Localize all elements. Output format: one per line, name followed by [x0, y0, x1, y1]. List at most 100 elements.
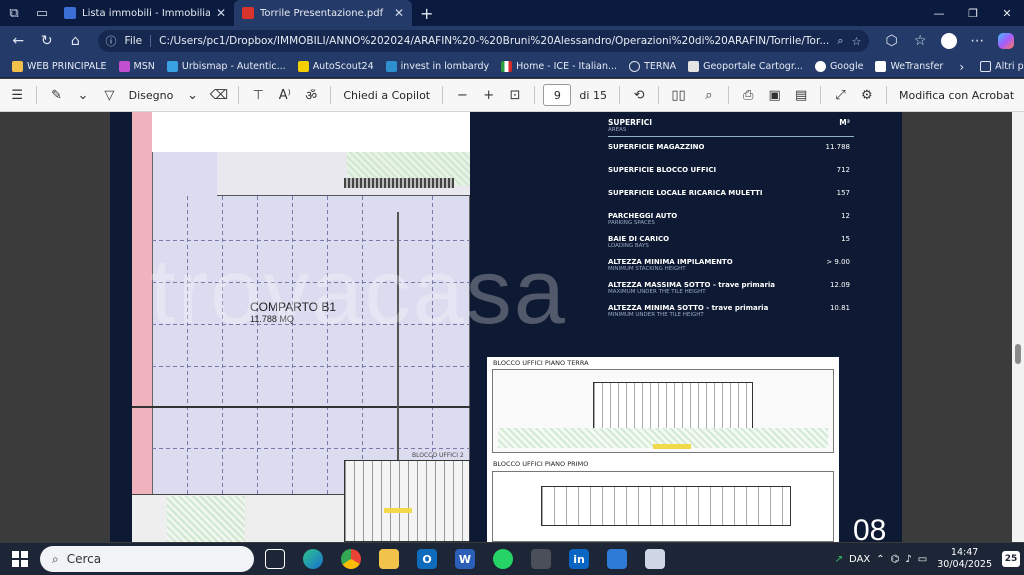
stock-chart-icon[interactable]: ↗ [835, 554, 843, 565]
contents-list-icon[interactable]: ☰ [6, 83, 28, 107]
floor-plan: COMPARTO B1 11.788 MQ BLOCCO UFFICI 2 [132, 112, 470, 542]
file-explorer-icon[interactable] [372, 543, 406, 575]
print-icon[interactable]: ⎙ [737, 83, 759, 107]
refresh-icon[interactable]: ↻ [35, 29, 60, 53]
chevron-down-icon[interactable]: ⌄ [181, 83, 203, 107]
read-aloud-icon[interactable]: A⁾ [274, 83, 296, 107]
info-icon[interactable]: ⓘ [106, 33, 117, 49]
tab-lista-immobili[interactable]: Lista immobili - ImmobiliarePro ✕ [56, 0, 234, 26]
chevron-down-icon[interactable]: ⌄ [72, 83, 94, 107]
page-number-input[interactable]: 9 [543, 84, 572, 106]
profile-avatar[interactable] [936, 29, 961, 53]
zoom-out-icon[interactable]: − [451, 83, 473, 107]
bookmark-item[interactable]: AutoScout24 [292, 61, 380, 72]
bookmark-item[interactable]: WEB PRINCIPALE [6, 61, 113, 72]
chevron-right-icon[interactable]: › [949, 60, 974, 74]
spec-unit: M² [839, 118, 850, 127]
notification-badge[interactable]: 25 [1002, 551, 1020, 567]
tab-actions-icon[interactable]: ▭ [28, 0, 56, 26]
new-tab-button[interactable]: + [412, 4, 441, 23]
draw-button[interactable]: Disegno [125, 89, 178, 102]
word-icon[interactable]: W [448, 543, 482, 575]
geoportale-icon [688, 61, 700, 72]
bookmark-item[interactable]: Urbismap - Autentic... [161, 61, 292, 72]
bookmark-item[interactable]: invest in lombardy [380, 61, 495, 72]
address-bar[interactable]: ⓘ File C:/Users/pc1/Dropbox/IMMOBILI/ANN… [97, 30, 870, 52]
settings-gear-icon[interactable]: ⚙ [856, 83, 878, 107]
save-as-icon[interactable]: ▤ [790, 83, 812, 107]
home-icon[interactable]: ⌂ [63, 29, 88, 53]
speaker-icon[interactable]: ♪ [905, 554, 911, 565]
outlook-icon[interactable]: O [410, 543, 444, 575]
back-icon[interactable]: ← [6, 29, 31, 53]
favorite-star-icon[interactable]: ☆ [852, 35, 862, 48]
extensions-icon[interactable]: ⬡ [879, 29, 904, 53]
fullscreen-icon[interactable]: ⤢ [829, 83, 851, 107]
battery-icon[interactable]: ▭ [918, 554, 927, 565]
zoom-icon[interactable]: ⌕ [837, 34, 843, 48]
rotate-icon[interactable]: ⟲ [628, 83, 650, 107]
bookmark-item[interactable]: WeTransfer [869, 61, 949, 72]
bookmark-item[interactable]: Geoportale Cartogr... [682, 61, 809, 72]
calculator-icon[interactable] [524, 543, 558, 575]
zoom-in-icon[interactable]: + [477, 83, 499, 107]
close-window-icon[interactable]: ✕ [990, 7, 1024, 20]
warehouse-hall [152, 152, 470, 494]
spec-label-group: BAIE DI CARICO LOADING BAYS [608, 235, 669, 249]
first-floor-drawing [492, 471, 834, 542]
chrome-icon[interactable] [334, 543, 368, 575]
workspaces-icon[interactable]: ⧉ [0, 0, 28, 26]
translate-icon[interactable]: ॐ [300, 83, 322, 107]
task-view-icon[interactable] [258, 543, 292, 575]
maximize-icon[interactable]: ❐ [956, 7, 990, 20]
url-text[interactable]: C:/Users/pc1/Dropbox/IMMOBILI/ANNO%20202… [159, 35, 829, 47]
edit-with-acrobat-button[interactable]: Modifica con Acrobat [895, 89, 1018, 102]
chevron-up-icon[interactable]: ⌃ [876, 554, 884, 565]
spec-title: SUPERFICI [608, 118, 653, 127]
other-favorites[interactable]: Altri preferiti [974, 61, 1024, 72]
copilot-icon[interactable] [993, 29, 1018, 53]
network-icon[interactable]: ⌬ [891, 554, 900, 565]
house-icon [64, 7, 76, 19]
spec-value: 12 [841, 212, 850, 220]
scrollbar-thumb[interactable] [1015, 344, 1021, 364]
ask-copilot-button[interactable]: Chiedi a Copilot [339, 89, 434, 102]
taskbar: ⌕ Cerca O W in ↗ DAX ⌃ ⌬ ♪ ▭ 14:47 30/04… [0, 543, 1024, 575]
divider [618, 86, 620, 104]
edge-icon[interactable] [296, 543, 330, 575]
spec-label-group: SUPERFICIE LOCALE RICARICA MULETTI [608, 189, 763, 197]
divider [728, 86, 730, 104]
dax-label[interactable]: DAX [849, 554, 870, 565]
page-view-icon[interactable]: ▯▯ [667, 83, 689, 107]
pdf-viewer[interactable]: COMPARTO B1 11.788 MQ BLOCCO UFFICI 2 SU… [0, 112, 1024, 542]
minimize-icon[interactable]: — [922, 7, 956, 20]
save-icon[interactable]: ▣ [763, 83, 785, 107]
tab-torrile-pdf[interactable]: Torrile Presentazione.pdf ✕ [234, 0, 412, 26]
highlight-icon[interactable]: ✎ [45, 83, 67, 107]
taskbar-search[interactable]: ⌕ Cerca [40, 546, 254, 572]
spec-label-group: PARCHEGGI AUTO PARKING SPACES [608, 212, 677, 226]
text-box-icon[interactable]: ⊤ [247, 83, 269, 107]
bookmark-item[interactable]: Google [809, 61, 870, 72]
eraser-icon[interactable]: ⌫ [208, 83, 230, 107]
google-icon [814, 61, 826, 72]
favorites-icon[interactable]: ☆ [908, 29, 933, 53]
vertical-scrollbar[interactable] [1012, 112, 1024, 542]
whatsapp-icon[interactable] [486, 543, 520, 575]
app-icon[interactable] [638, 543, 672, 575]
bookmark-item[interactable]: Home - ICE - Italian... [495, 61, 623, 72]
bookmark-item[interactable]: MSN [113, 61, 161, 72]
windows-start-icon[interactable] [4, 543, 36, 575]
mail-icon[interactable] [600, 543, 634, 575]
linkedin-icon[interactable]: in [562, 543, 596, 575]
more-menu-icon[interactable]: ⋯ [965, 29, 990, 53]
spec-label-group: ALTEZZA MASSIMA SOTTO - trave primaria MA… [608, 281, 775, 295]
fit-page-icon[interactable]: ⊡ [504, 83, 526, 107]
close-icon[interactable]: ✕ [216, 6, 226, 20]
draw-icon[interactable]: ▽ [98, 83, 120, 107]
search-icon[interactable]: ⌕ [698, 83, 720, 107]
clock[interactable]: 14:47 30/04/2025 [933, 547, 996, 571]
bookmark-item[interactable]: TERNA [623, 61, 682, 72]
close-icon[interactable]: ✕ [394, 6, 404, 20]
spec-subtitle: AREAS [608, 127, 627, 133]
